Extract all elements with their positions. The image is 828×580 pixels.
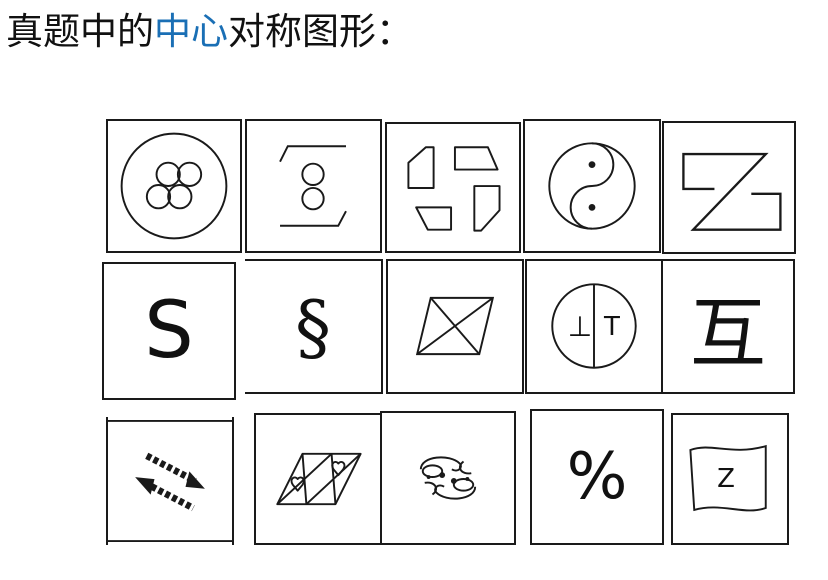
crossed-parallelogram-icon xyxy=(415,296,495,356)
figure-bracket-eight xyxy=(245,119,382,253)
figure-circles-in-circle xyxy=(106,119,242,253)
percent-sign-glyph: % xyxy=(566,440,628,514)
figure-percent-sign: % xyxy=(530,409,664,545)
title-prefix: 真题中的 xyxy=(6,10,154,53)
pinwheel-quads-icon xyxy=(407,146,501,232)
tack-right-glyph: T xyxy=(604,311,620,342)
swirl-ornament-icon xyxy=(419,456,477,500)
title-highlight: 中心 xyxy=(154,10,228,53)
figure-yin-yang xyxy=(523,119,661,253)
figure-circle-tacks: ⊥ T xyxy=(525,259,663,394)
letter-s-glyph: S xyxy=(144,286,194,376)
figure-heart-parallelogram xyxy=(254,413,382,545)
figure-pinwheel-quads xyxy=(385,122,521,253)
heart-parallelogram-icon xyxy=(276,452,362,506)
figure-swirl-ornament xyxy=(380,411,516,545)
tack-left-glyph: ⊥ xyxy=(567,310,593,343)
circles-in-circle-icon xyxy=(120,132,228,240)
figure-crossed-parallelogram xyxy=(386,259,524,394)
z-letter-glyph: Z xyxy=(717,464,735,494)
figure-letter-s: S xyxy=(102,262,236,400)
page-title: 真题中的中心对称图形： xyxy=(6,8,413,56)
section-sign-glyph: § xyxy=(295,284,331,369)
hu-character-glyph: 互 xyxy=(690,288,766,378)
figure-section-sign: § xyxy=(245,259,383,394)
yin-yang-icon xyxy=(548,142,636,230)
dotted-arrows-icon xyxy=(108,419,232,543)
title-suffix: 对称图形： xyxy=(228,10,413,53)
figure-hu-character: 互 xyxy=(661,259,795,394)
bracket-eight-icon xyxy=(279,145,347,227)
figure-z-boxes xyxy=(662,121,796,254)
z-boxes-icon xyxy=(682,152,782,231)
figure-dotted-arrows xyxy=(106,417,234,545)
figure-z-flag: Z xyxy=(671,413,789,545)
